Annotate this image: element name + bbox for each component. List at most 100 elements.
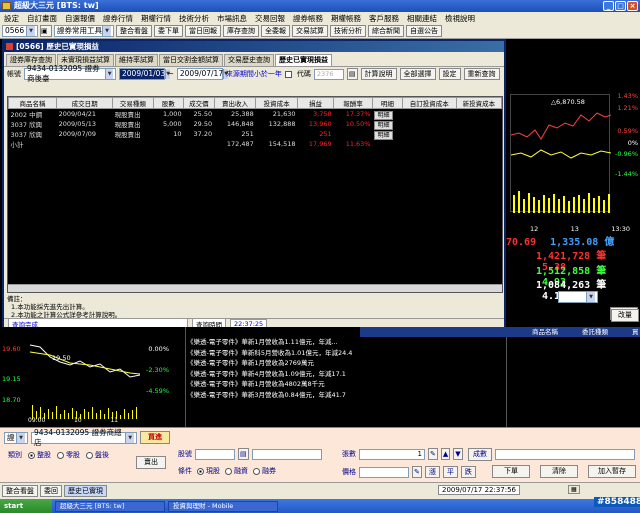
toolbar-inventory-button[interactable]: 庫存查詢 (223, 25, 259, 37)
menu-market-info[interactable]: 市場訊息 (213, 13, 251, 24)
condition-cash[interactable]: 現股 (197, 466, 220, 476)
maximize-button[interactable]: □ (615, 1, 626, 11)
price-flat-button[interactable]: 平 (442, 466, 458, 478)
pencil-icon[interactable]: ✎ (428, 448, 438, 460)
table-row[interactable]: 3037 欣興 2009/07/09 現股賣出 10 37.20 251 251… (9, 129, 502, 140)
condition-short[interactable]: 融券 (253, 466, 276, 476)
horizontal-scrollbar[interactable] (8, 284, 502, 292)
tab-maintenance[interactable]: 維持率試算 (115, 54, 158, 66)
taskbar-app-item[interactable]: 投資與理財 - Mobile (168, 500, 278, 512)
col-pnl[interactable]: 損益 (296, 97, 335, 109)
type-option-whole[interactable]: 整股 (28, 450, 51, 460)
qty-input[interactable]: 1 (359, 448, 425, 460)
menu-stock-quotes[interactable]: 證券行情 (99, 13, 137, 24)
condition-margin[interactable]: 融資 (225, 466, 248, 476)
code-input[interactable]: 2376 (313, 68, 344, 80)
col-buy[interactable]: 買 (632, 327, 639, 337)
toolbar-technical-button[interactable]: 技術分析 (330, 25, 366, 37)
news-item[interactable]: 《樂透-電子零件》華新1月營收為2769萬元 (187, 358, 357, 369)
news-item[interactable]: 《樂透-電子零件》華新科5月營收為1.01億元，年減24.4 (187, 348, 357, 359)
date-from-field[interactable]: 2009/01/03 ▼ (119, 68, 171, 80)
col-price[interactable]: 成交價 (183, 97, 215, 109)
menu-futures-account[interactable]: 期權帳務 (327, 13, 365, 24)
price-up-button[interactable]: 漲 (424, 466, 440, 478)
order-code-input[interactable] (195, 448, 235, 460)
sort-select[interactable]: 大→小 ▼ (558, 291, 598, 303)
detail-button[interactable]: 明細 (374, 130, 393, 140)
arrow-up-icon[interactable]: ▲ (440, 448, 451, 460)
start-button[interactable]: start (0, 499, 52, 513)
detail-button[interactable]: 明細 (374, 120, 393, 130)
tab-history[interactable]: 交易歷史查詢 (224, 54, 274, 66)
toolbar-integrated-button[interactable]: 整合看盤 (116, 25, 152, 37)
menu-trade-report[interactable]: 交易回報 (251, 13, 289, 24)
col-product-name[interactable]: 商品名稱 (532, 327, 558, 337)
toolbar-daily-report-button[interactable]: 當日回報 (185, 25, 221, 37)
toolbar-all-report-button[interactable]: 全委報 (261, 25, 290, 37)
taskbar-tab-integrated[interactable]: 整合看盤 (2, 485, 38, 497)
arrow-down-icon[interactable]: ▼ (453, 448, 463, 460)
taskbar-app-item[interactable]: 超級大三元 [BTS: tw] (55, 500, 165, 512)
menu-settings[interactable]: 設定 (0, 13, 23, 24)
lookup-icon[interactable]: ▤ (346, 68, 358, 80)
col-custom-cost[interactable]: 自訂投資成本 (401, 97, 457, 109)
menu-technical[interactable]: 技術分析 (175, 13, 213, 24)
col-detail[interactable]: 明細 (371, 97, 403, 109)
settings-button[interactable]: 設定 (438, 68, 461, 80)
account-type-select[interactable]: 證 ▼ (4, 431, 28, 444)
minimize-button[interactable]: _ (603, 1, 614, 11)
close-button[interactable]: × (627, 1, 638, 11)
type-option-after[interactable]: 盤後 (86, 450, 109, 460)
stock-code-select[interactable]: 0566 ▼ (2, 25, 38, 37)
menu-watchlist[interactable]: 自選報價 (61, 13, 99, 24)
code-checkbox[interactable] (284, 70, 292, 78)
clear-button[interactable]: 清除 (540, 465, 578, 478)
tab-settlement[interactable]: 當日交割金額試算 (159, 54, 223, 66)
add-pending-button[interactable]: 加入暫存 (588, 465, 636, 478)
col-date[interactable]: 成交日期 (56, 97, 114, 109)
cell-custom-cost[interactable] (402, 109, 456, 120)
lookup-icon[interactable]: ▤ (238, 448, 249, 460)
menu-stock-account[interactable]: 證券帳務 (289, 13, 327, 24)
menu-customer-service[interactable]: 客戶服務 (365, 13, 403, 24)
news-item[interactable]: 《樂透-電子零件》華新1月營收為1.11億元，年減... (187, 337, 357, 348)
tools-select[interactable]: 證券常用工具 ▼ (54, 25, 114, 37)
col-cost[interactable]: 投資成本 (255, 97, 298, 109)
col-order-type[interactable]: 委託種類 (582, 327, 608, 337)
cell-custom-cost[interactable] (402, 119, 456, 129)
toolbar-announce-button[interactable]: 自選公告 (406, 25, 442, 37)
menu-custom-screen[interactable]: 自訂畫面 (23, 13, 61, 24)
select-all-button[interactable]: 全部選擇 (399, 68, 436, 80)
col-trade-type[interactable]: 交易種類 (112, 97, 154, 109)
col-shares[interactable]: 股數 (152, 97, 185, 109)
toolbar-trade-calc-button[interactable]: 交易試算 (292, 25, 328, 37)
submit-order-button[interactable]: 下單 (492, 465, 530, 478)
requery-button[interactable]: 重新查詢 (463, 68, 500, 80)
change-order-button[interactable]: 改量 (611, 309, 639, 322)
news-item[interactable]: 《樂透-電子零件》華新4月營收為1.09億元，年減17.1 (187, 369, 357, 380)
account-select[interactable]: 9434-0132095 證券商後臺 ▼ (24, 64, 116, 83)
sell-button[interactable]: 賣出 (136, 456, 166, 469)
detail-button[interactable]: 明細 (374, 110, 393, 120)
menu-links[interactable]: 相關連結 (403, 13, 441, 24)
price-input[interactable] (359, 466, 409, 478)
cell-custom-cost[interactable] (402, 129, 456, 139)
col-new-cost[interactable]: 新投資成本 (455, 97, 503, 109)
news-item[interactable]: 《樂透-電子零件》華新1月營收為4802萬8千元 (187, 379, 357, 390)
pencil-icon[interactable]: ✎ (412, 466, 422, 478)
col-product[interactable]: 商品名稱 (7, 97, 58, 109)
toolbar-news-button[interactable]: 綜合新聞 (368, 25, 404, 37)
taskbar-tab-order-report[interactable]: 委回 (40, 485, 62, 497)
menu-futures-quotes[interactable]: 期權行情 (137, 13, 175, 24)
col-sell-income[interactable]: 賣出收入 (213, 97, 257, 109)
buy-button[interactable]: 買進 (140, 431, 170, 444)
table-row[interactable]: 3037 欣興 2009/05/13 現股賣出 5,000 29.50 146,… (9, 119, 502, 130)
calc-desc-button[interactable]: 計算說明 (360, 68, 397, 80)
tab-realized-pnl[interactable]: 歷史已實現損益 (275, 54, 332, 66)
type-option-odd[interactable]: 零股 (57, 450, 80, 460)
col-return[interactable]: 報酬率 (333, 97, 373, 109)
folder-icon[interactable]: ▣ (40, 25, 52, 37)
calculator-icon[interactable]: ▦ (568, 485, 580, 494)
taskbar-tab-realized[interactable]: 歷史已實現 (64, 485, 107, 497)
date-to-field[interactable]: 2009/07/17 ▼ (176, 68, 228, 80)
